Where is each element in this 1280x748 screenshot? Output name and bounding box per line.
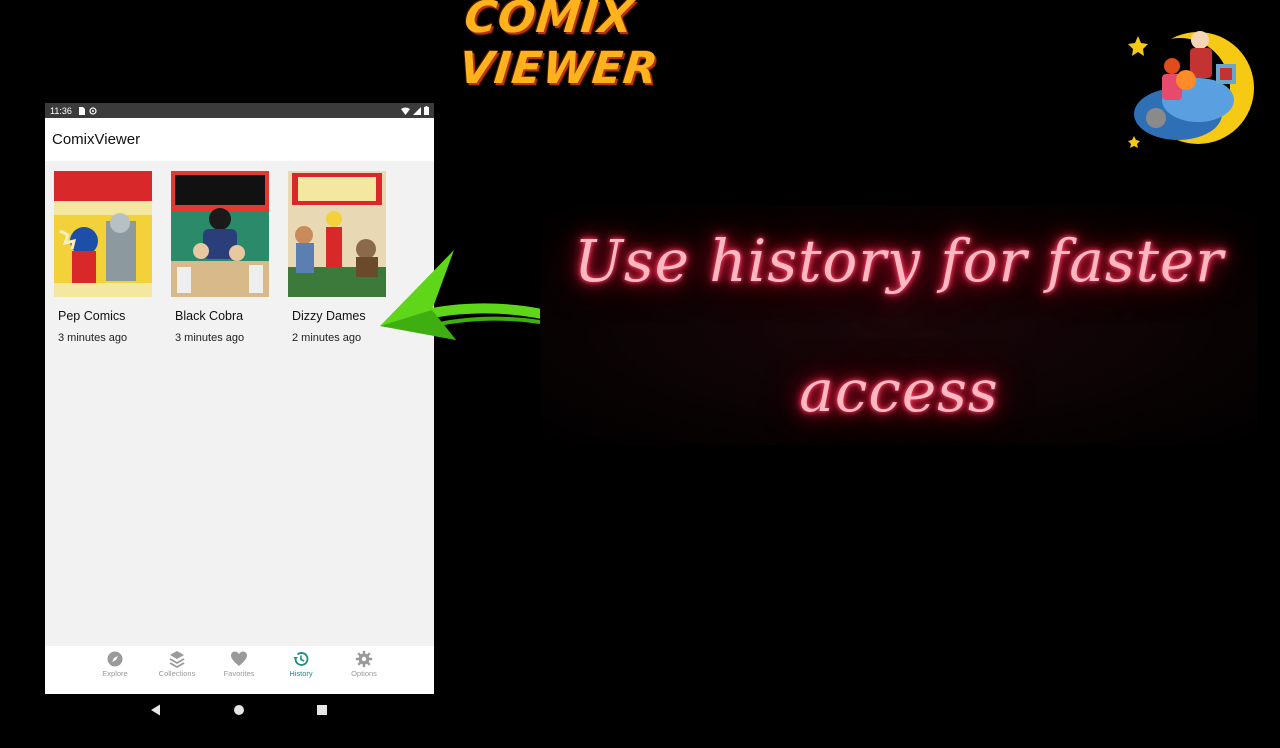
nav-label: History — [289, 669, 313, 678]
phone-screen: 11:36 ComixViewer Pep Comics 3 minutes a… — [45, 103, 434, 694]
comic-time: 3 minutes ago — [175, 332, 245, 344]
logo-text: COMIX VIEWER — [456, 0, 661, 94]
app-bar: ComixViewer — [45, 118, 434, 161]
nav-collections[interactable]: Collections — [142, 646, 212, 694]
heart-icon — [231, 651, 247, 666]
wifi-icon — [401, 107, 410, 115]
home-icon[interactable] — [234, 705, 244, 715]
nav-history[interactable]: History — [266, 646, 336, 694]
nav-label: Collections — [158, 669, 196, 678]
nav-favorites[interactable]: Favorites — [204, 646, 274, 694]
nav-options[interactable]: Options — [329, 646, 399, 694]
neon-caption: Use history for faster access — [540, 205, 1258, 445]
nav-label: Options — [351, 669, 377, 678]
comix-viewer-logo: COMIX VIEWER — [457, 0, 778, 94]
comic-title: Black Cobra — [175, 309, 244, 323]
history-icon — [293, 652, 309, 666]
sd-card-icon — [78, 106, 85, 115]
nav-label: Explore — [102, 669, 128, 678]
app-title: ComixViewer — [52, 131, 141, 148]
comic-cover-pep-comics — [54, 171, 152, 297]
back-icon[interactable] — [151, 704, 160, 716]
status-bar: 11:36 — [45, 103, 434, 118]
battery-icon — [424, 106, 429, 115]
compass-icon — [107, 651, 123, 667]
comic-time: 3 minutes ago — [58, 332, 128, 344]
comic-title: Pep Comics — [58, 309, 126, 323]
recents-icon[interactable] — [317, 705, 327, 715]
nav-label: Favorites — [223, 669, 255, 678]
status-time: 11:36 — [50, 105, 72, 116]
gear-icon — [355, 650, 373, 668]
comic-cover-black-cobra — [171, 171, 269, 297]
mascot-badge — [1128, 31, 1254, 148]
caption-line-2: access — [799, 357, 999, 425]
layers-icon — [169, 651, 185, 668]
system-navigation-bar — [151, 704, 327, 716]
nav-explore[interactable]: Explore — [80, 646, 150, 694]
signal-icon — [413, 106, 421, 115]
pointer-arrow-icon — [380, 250, 544, 340]
sync-icon — [89, 106, 97, 115]
caption-line-1: Use history for faster — [574, 227, 1224, 295]
bottom-navigation: Explore Collections Favorites History Op… — [45, 646, 434, 694]
